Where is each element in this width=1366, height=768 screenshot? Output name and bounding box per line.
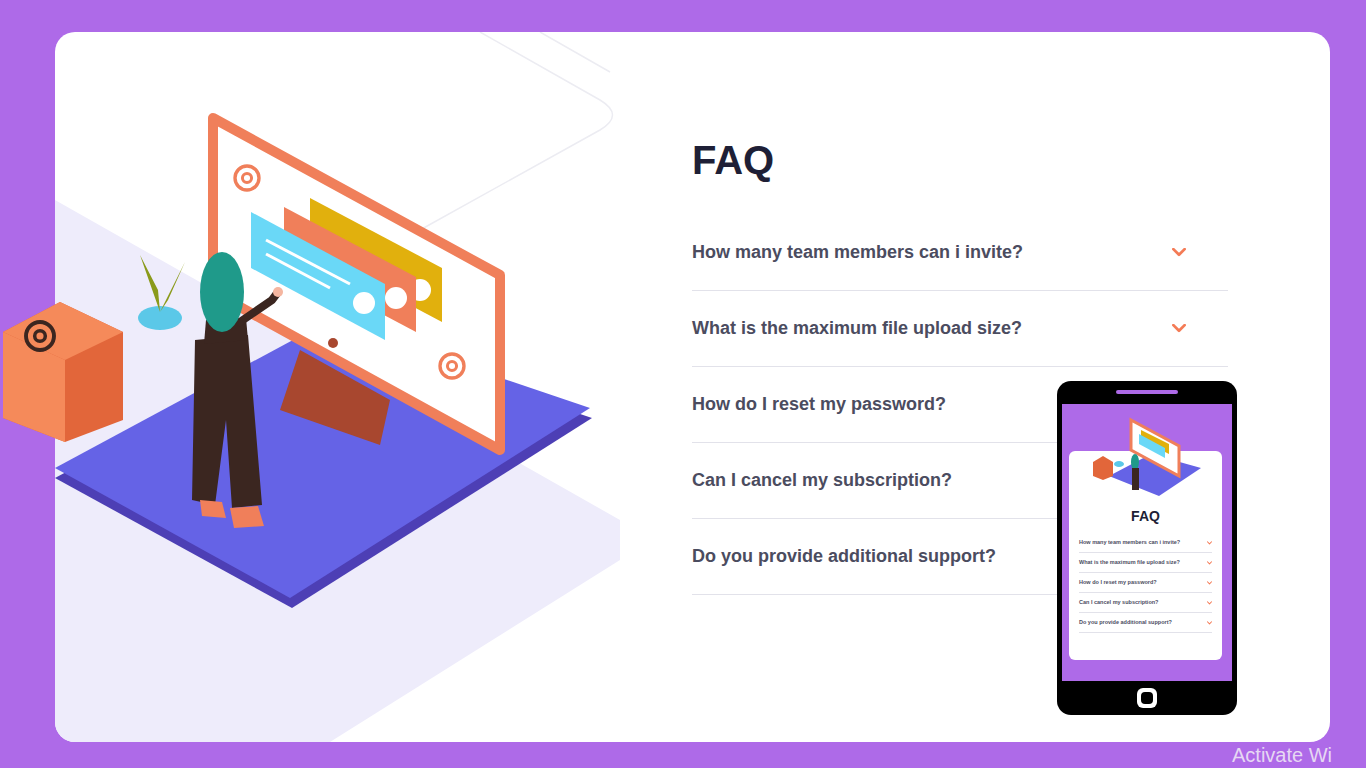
phone-faq-item[interactable]: Can I cancel my subscription? (1079, 593, 1212, 613)
phone-faq-item[interactable]: How many team members can i invite? (1079, 533, 1212, 553)
phone-screen: FAQ How many team members can i invite? Wh… (1062, 404, 1232, 681)
phone-faq-question: Do you provide additional support? (1079, 619, 1172, 626)
phone-faq-item[interactable]: Do you provide additional support? (1079, 613, 1212, 633)
at-icon (26, 322, 54, 350)
faq-question: Can I cancel my subscription? (692, 467, 952, 494)
faq-question: How many team members can i invite? (692, 239, 1023, 266)
faq-question: Do you provide additional support? (692, 543, 996, 570)
phone-faq-question: What is the maximum file upload size? (1079, 559, 1180, 566)
chevron-down-icon (1172, 324, 1186, 333)
mini-illustration (1089, 406, 1209, 502)
chevron-down-icon (1207, 561, 1212, 565)
phone-faq-question: How many team members can i invite? (1079, 539, 1180, 546)
faq-item[interactable]: What is the maximum file upload size? (692, 291, 1228, 367)
phone-speaker (1116, 390, 1178, 394)
chevron-down-icon (1207, 601, 1212, 605)
chevron-down-icon (1172, 248, 1186, 257)
at-icon (235, 166, 259, 190)
faq-question: What is the maximum file upload size? (692, 315, 1022, 342)
chevron-down-icon (1207, 621, 1212, 625)
phone-faq-question: How do I reset my password? (1079, 579, 1157, 586)
chevron-down-icon (1207, 541, 1212, 545)
page: FAQ How many team members can i invite? Wh… (0, 0, 1366, 768)
phone-home-button[interactable] (1137, 688, 1157, 708)
phone-faq-item[interactable]: How do I reset my password? (1079, 573, 1212, 593)
faq-item[interactable]: How many team members can i invite? (692, 215, 1228, 291)
at-icon (440, 354, 464, 378)
phone-faq-question: Can I cancel my subscription? (1079, 599, 1158, 606)
woman-at-monitor-illustration (0, 32, 692, 742)
illustration-area (55, 32, 692, 742)
chevron-down-icon (1207, 581, 1212, 585)
phone-faq-item[interactable]: What is the maximum file upload size? (1079, 553, 1212, 573)
phone-mockup: FAQ How many team members can i invite? Wh… (1057, 381, 1237, 715)
activation-watermark: Activate Wi (1232, 742, 1332, 768)
faq-title: FAQ (692, 136, 1228, 184)
phone-faq-title: FAQ (1079, 507, 1212, 525)
faq-question: How do I reset my password? (692, 391, 946, 418)
